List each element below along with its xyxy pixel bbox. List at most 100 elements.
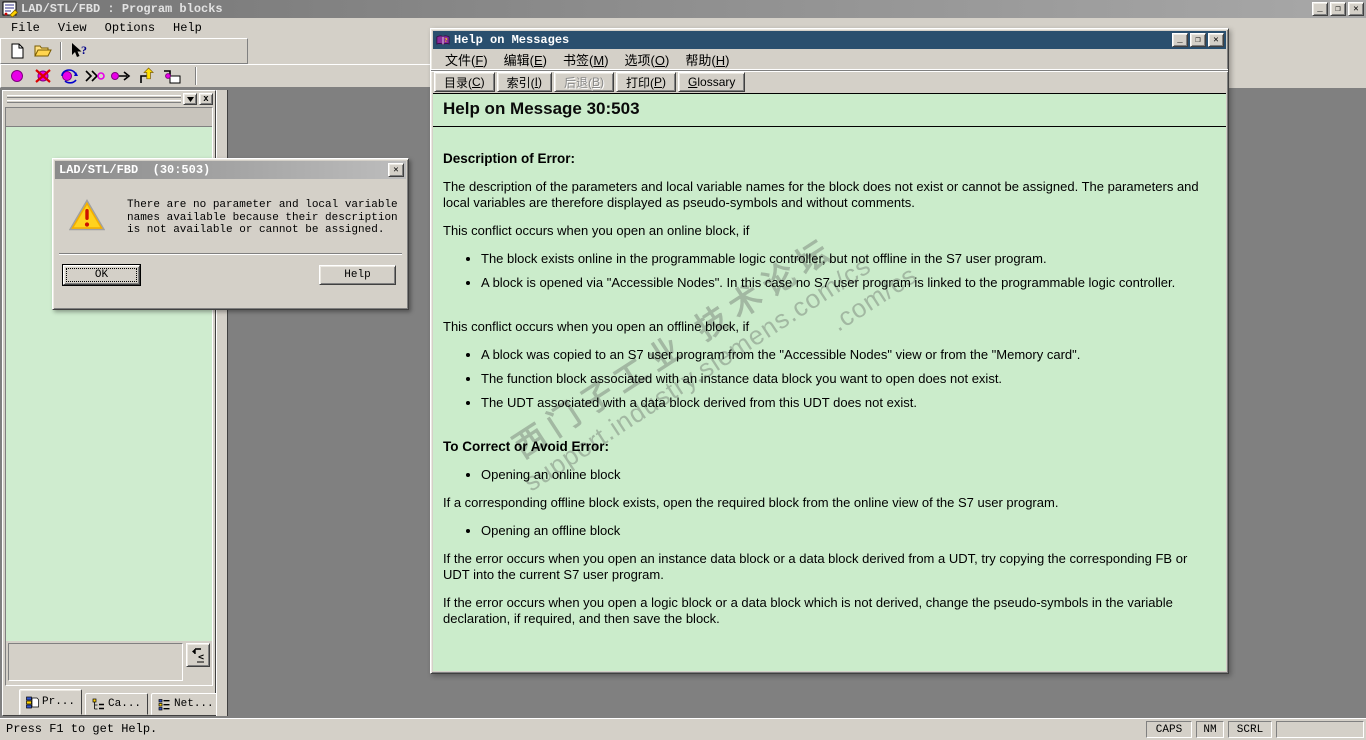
dialog-title: LAD/STL/FBD (30:503)	[59, 163, 211, 177]
continue-to-icon[interactable]	[109, 66, 133, 86]
paragraph: The description of the parameters and lo…	[443, 179, 1199, 210]
ok-button[interactable]: OK	[63, 264, 140, 285]
tab-label: Net...	[174, 698, 214, 710]
help-menu-bookmark[interactable]: 书签(M)	[555, 48, 617, 71]
new-document-icon[interactable]	[5, 41, 29, 61]
step-over-icon[interactable]	[83, 66, 107, 86]
help-window: ? Help on Messages _ ❐ ✕ 文件(F) 编辑(E) 书签(…	[430, 28, 1229, 674]
dialog-titlebar: LAD/STL/FBD (30:503) ✕	[55, 161, 406, 179]
bullet-list-correct-2: Opening an offline block	[443, 523, 1212, 539]
bullet-item: A block is opened via "Accessible Nodes"…	[481, 275, 1212, 291]
panel-close-button[interactable]: x	[199, 93, 213, 105]
warning-triangle-icon	[69, 199, 105, 237]
glossary-button[interactable]: Glossary	[678, 72, 746, 92]
menu-file[interactable]: File	[2, 19, 49, 37]
help-menu-edit[interactable]: 编辑(E)	[496, 48, 555, 71]
main-window-title: LAD/STL/FBD : Program blocks	[21, 2, 223, 16]
menu-view[interactable]: View	[49, 19, 96, 37]
tab-call-structure[interactable]: Ca...	[85, 693, 149, 715]
paragraph: If the error occurs when you open a logi…	[443, 595, 1173, 626]
svg-text:?: ?	[445, 37, 448, 43]
svg-text:<: <	[198, 652, 204, 663]
section-heading-description: Description of Error:	[443, 151, 576, 166]
paragraph: If the error occurs when you open an ins…	[443, 551, 1188, 582]
panel-dropdown-button[interactable]	[183, 93, 197, 105]
minimize-button[interactable]: _	[1312, 2, 1328, 16]
bullet-list-correct-1: Opening an online block	[443, 467, 1212, 483]
index-button[interactable]: 索引(I)	[496, 72, 553, 92]
restore-button[interactable]: ❐	[1330, 2, 1346, 16]
step-out-icon[interactable]	[135, 66, 159, 86]
help-menu-help[interactable]: 帮助(H)	[677, 48, 737, 71]
bullet-list-offline: A block was copied to an S7 user program…	[443, 347, 1212, 411]
bullet-item: The function block associated with an in…	[481, 371, 1212, 387]
panel-header	[6, 108, 212, 127]
print-button[interactable]: 打印(P)	[616, 72, 677, 92]
dialog-buttons: OK Help	[53, 255, 408, 285]
bullet-list-online: The block exists online in the programma…	[443, 251, 1212, 291]
section-heading-correct: To Correct or Avoid Error:	[443, 439, 610, 454]
help-close-button[interactable]: ✕	[1208, 33, 1224, 47]
app-icon	[2, 1, 18, 17]
help-menubar: 文件(F) 编辑(E) 书签(M) 选项(O) 帮助(H)	[431, 49, 1228, 70]
help-window-title: Help on Messages	[454, 33, 570, 47]
bullet-item: A block was copied to an S7 user program…	[481, 347, 1212, 363]
program-elements-icon	[26, 696, 39, 708]
delete-breakpoint-icon[interactable]	[31, 66, 55, 86]
breakpoint-icon[interactable]	[5, 66, 29, 86]
help-maximize-button[interactable]: ❐	[1190, 33, 1206, 47]
call-structure-icon	[92, 698, 105, 709]
help-menu-options[interactable]: 选项(O)	[617, 48, 678, 71]
panel-grip[interactable]: x	[3, 91, 215, 106]
toolbar-separator	[195, 67, 197, 85]
paragraph: If a corresponding offline block exists,…	[443, 495, 1059, 510]
main-titlebar: LAD/STL/FBD : Program blocks _ ❐ ✕	[0, 0, 1366, 18]
help-minimize-button[interactable]: _	[1172, 33, 1188, 47]
help-menu-file[interactable]: 文件(F)	[437, 48, 496, 71]
breakpoints-active-icon[interactable]	[57, 66, 81, 86]
jump-button[interactable]: <	[186, 643, 210, 667]
drag-handle[interactable]	[7, 95, 181, 103]
open-folder-icon[interactable]	[31, 41, 55, 61]
bullet-item: Opening an offline block	[481, 523, 1212, 539]
num-indicator: NM	[1196, 721, 1224, 738]
paragraph: This conflict occurs when you open an on…	[443, 223, 750, 238]
panel-input-box[interactable]	[8, 643, 183, 681]
networks-icon	[158, 698, 170, 710]
help-titlebar: ? Help on Messages _ ❐ ✕	[433, 31, 1226, 49]
help-toolbar: 目录(C) 索引(I) 后退(B) 打印(P) Glossary	[431, 70, 1228, 93]
dialog-body: There are no parameter and local variabl…	[53, 181, 408, 237]
status-extra-cell	[1276, 721, 1364, 738]
toolbar-separator	[60, 42, 62, 60]
panel-tabs: Pr... Ca... Net...	[3, 688, 221, 715]
status-bar: Press F1 to get Help. CAPS NM SCRL	[0, 718, 1366, 740]
bullet-item: Opening an online block	[481, 467, 1212, 483]
caps-indicator: CAPS	[1146, 721, 1192, 738]
tab-program-elements[interactable]: Pr...	[19, 689, 83, 715]
panel-bottom-bar: <	[6, 641, 212, 685]
bullet-item: The UDT associated with a data block der…	[481, 395, 1212, 411]
dialog-help-button[interactable]: Help	[319, 264, 396, 285]
context-help-icon[interactable]: ?	[67, 41, 91, 61]
contents-button[interactable]: 目录(C)	[434, 72, 495, 92]
help-book-icon: ?	[436, 34, 450, 47]
paragraph: This conflict occurs when you open an of…	[443, 319, 750, 334]
back-button: 后退(B)	[554, 72, 615, 92]
help-topic-body: Description of Error: The description of…	[433, 127, 1226, 627]
tab-label: Ca...	[108, 698, 142, 710]
run-to-block-icon[interactable]	[161, 66, 185, 86]
menu-options[interactable]: Options	[96, 19, 164, 37]
tab-label: Pr...	[42, 696, 76, 708]
status-message: Press F1 to get Help.	[6, 722, 158, 736]
bullet-item: The block exists online in the programma…	[481, 251, 1212, 267]
menu-help[interactable]: Help	[164, 19, 211, 37]
help-content: 西门子工业 技术论坛 support.industry.siemens.com/…	[433, 93, 1226, 671]
help-topic-title: Help on Message 30:503	[433, 94, 1226, 127]
dialog-message: There are no parameter and local variabl…	[127, 199, 398, 236]
tab-networks[interactable]: Net...	[151, 693, 221, 715]
close-button[interactable]: ✕	[1348, 2, 1364, 16]
dialog-close-button[interactable]: ✕	[388, 163, 404, 177]
scroll-indicator: SCRL	[1228, 721, 1272, 738]
jump-arrow-icon: <	[192, 648, 204, 663]
message-dialog: LAD/STL/FBD (30:503) ✕ There are no para…	[52, 158, 409, 310]
